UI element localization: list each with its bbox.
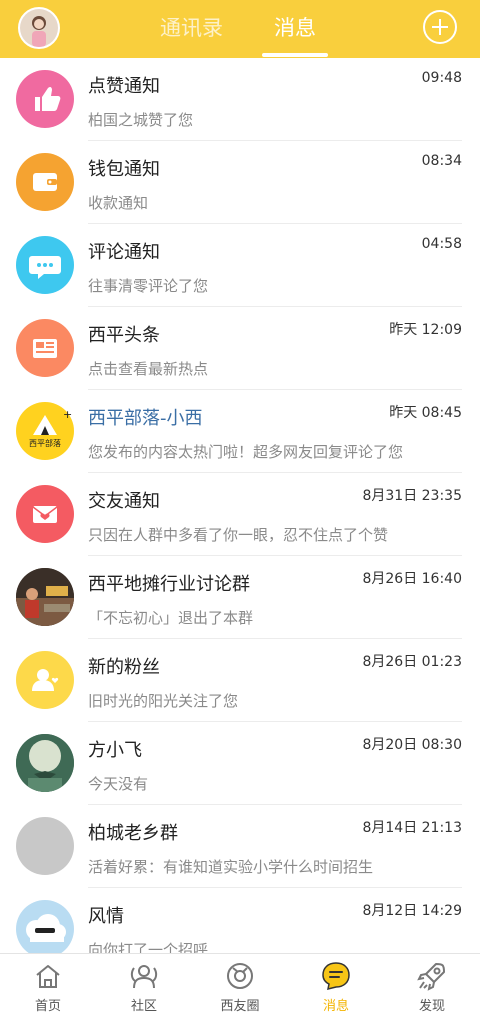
cloud-avatar-icon: [16, 900, 74, 953]
message-time: 09:48: [421, 70, 462, 86]
message-preview: 今天没有: [88, 775, 149, 793]
tab-label: 发现: [418, 999, 445, 1014]
message-preview: 收款通知: [88, 194, 149, 212]
message-time: 昨天 08:45: [389, 405, 462, 421]
message-preview: 往事清零评论了您: [88, 277, 209, 295]
list-item[interactable]: 西平部落 + 西平部落-小西 昨天 08:45 您发布的内容太热门啦！超多网友回…: [0, 390, 480, 473]
message-preview: 点击查看最新热点: [88, 360, 209, 378]
list-item[interactable]: 方小飞 8月20日 08:30 今天没有: [0, 722, 480, 805]
user-avatar[interactable]: [18, 7, 60, 49]
message-time: 08:34: [421, 153, 462, 169]
message-title: 钱包通知: [88, 159, 160, 180]
tribe-badge-text: 西平部落: [29, 438, 61, 448]
group-placeholder-icon: [16, 817, 74, 875]
list-item[interactable]: 风情 8月12日 14:29 向你打了一个招呼: [0, 888, 480, 953]
user-photo-icon: [16, 734, 74, 792]
community-icon: [130, 965, 158, 989]
top-header: 通讯录 消息: [0, 0, 480, 58]
message-title: 柏城老乡群: [88, 823, 178, 844]
message-preview: 向你打了一个招呼: [88, 941, 209, 953]
newspaper-icon: [16, 319, 74, 377]
message-time: 8月20日 08:30: [362, 737, 462, 753]
message-title: 交友通知: [88, 491, 160, 512]
list-item[interactable]: 新的粉丝 8月26日 01:23 旧时光的阳光关注了您: [0, 639, 480, 722]
message-preview: 柏国之城赞了您: [88, 111, 194, 129]
message-title: 西平地摊行业讨论群: [88, 574, 250, 595]
message-time: 昨天 12:09: [389, 322, 462, 338]
tab-moments[interactable]: 西友圈: [192, 954, 288, 1020]
list-item[interactable]: 西平地摊行业讨论群 8月26日 16:40 「不忘初心」退出了本群: [0, 556, 480, 639]
tab-label: 西友圈: [220, 999, 260, 1014]
list-item[interactable]: 点赞通知 09:48 柏国之城赞了您: [0, 58, 480, 141]
tab-community[interactable]: 社区: [96, 954, 192, 1020]
message-title: 风情: [88, 906, 124, 927]
thumbs-up-icon: [16, 70, 74, 128]
tab-label: 社区: [130, 999, 157, 1014]
group-photo-icon: [16, 568, 74, 626]
comment-icon: [16, 236, 74, 294]
moments-icon: [227, 963, 253, 989]
tab-label: 首页: [34, 999, 61, 1014]
list-item[interactable]: 柏城老乡群 8月14日 21:13 活着好累：有谁知道实验小学什么时间招生: [0, 805, 480, 888]
list-item[interactable]: 交友通知 8月31日 23:35 只因在人群中多看了你一眼，忍不住点了个赞: [0, 473, 480, 556]
message-list: 点赞通知 09:48 柏国之城赞了您 钱包通知 08:34 收款通知 评论通知 …: [0, 58, 480, 953]
tab-discover[interactable]: 发现: [384, 954, 480, 1020]
message-time: 8月31日 23:35: [362, 488, 462, 504]
list-item[interactable]: 西平头条 昨天 12:09 点击查看最新热点: [0, 307, 480, 390]
message-preview: 活着好累：有谁知道实验小学什么时间招生: [88, 858, 374, 876]
message-preview: 只因在人群中多看了你一眼，忍不住点了个赞: [88, 526, 389, 544]
tab-messages[interactable]: 消息: [274, 12, 316, 42]
active-tab-indicator: [262, 53, 328, 57]
fan-user-icon: [16, 651, 74, 709]
list-item[interactable]: 评论通知 04:58 往事清零评论了您: [0, 224, 480, 307]
svg-text:+: +: [63, 408, 72, 421]
user-avatar-icon: [20, 9, 58, 47]
tab-home[interactable]: 首页: [0, 954, 96, 1020]
plus-circle-icon[interactable]: [423, 10, 457, 44]
message-icon: [322, 962, 350, 991]
tab-contacts[interactable]: 通讯录: [160, 12, 223, 42]
list-item[interactable]: 钱包通知 08:34 收款通知: [0, 141, 480, 224]
app-root: 通讯录 消息 点赞通知 09:48 柏国之城赞了您 钱包通知 08:34 收款通…: [0, 0, 480, 1020]
wallet-icon: [16, 153, 74, 211]
tab-messages-nav[interactable]: 消息: [288, 954, 384, 1020]
message-time: 8月14日 21:13: [362, 820, 462, 836]
tab-label: 消息: [322, 999, 349, 1014]
message-title: 方小飞: [88, 740, 142, 761]
message-title: 点赞通知: [88, 76, 160, 97]
message-time: 8月26日 16:40: [362, 571, 462, 587]
message-time: 8月12日 14:29: [362, 903, 462, 919]
bottom-tab-bar: 首页 社区 西友圈 消息 发现: [0, 953, 480, 1020]
tribe-logo-icon: 西平部落 +: [16, 402, 74, 460]
message-preview: 「不忘初心」退出了本群: [88, 609, 254, 627]
message-time: 8月26日 01:23: [362, 654, 462, 670]
message-preview: 您发布的内容太热门啦！超多网友回复评论了您: [88, 443, 404, 461]
message-title: 新的粉丝: [88, 657, 160, 678]
message-time: 04:58: [421, 236, 462, 252]
envelope-heart-icon: [16, 485, 74, 543]
rocket-icon: [417, 963, 445, 991]
message-title: 西平头条: [88, 325, 160, 346]
message-preview: 旧时光的阳光关注了您: [88, 692, 239, 710]
message-title: 西平部落-小西: [88, 408, 203, 429]
message-title: 评论通知: [88, 242, 160, 263]
home-icon: [36, 965, 60, 988]
